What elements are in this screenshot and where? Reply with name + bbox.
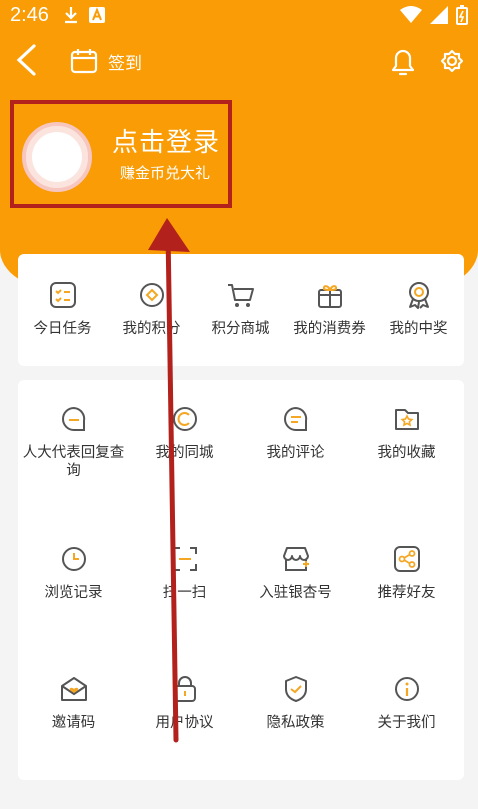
- menu-item-my-points[interactable]: 我的积分: [107, 280, 196, 338]
- login-title[interactable]: 点击登录: [112, 122, 220, 159]
- back-arrow-icon: [16, 44, 36, 76]
- menu-item-my-city[interactable]: 我的同城: [129, 404, 240, 462]
- menu-item-points-mall[interactable]: 积分商城: [196, 280, 285, 338]
- info-icon: [394, 677, 419, 701]
- star-folder-icon: [394, 409, 419, 430]
- menu-item-invite-code[interactable]: 邀请码: [18, 674, 129, 732]
- status-time: 2:46: [10, 3, 49, 26]
- menu-item-browse-history[interactable]: 浏览记录: [18, 544, 129, 602]
- calendar-icon: [70, 49, 98, 74]
- menu-item-my-favorites[interactable]: 我的收藏: [351, 404, 462, 462]
- quick-menu-card: 今日任务 我的积分 积分商城 我的消费券 我的中奖: [18, 254, 464, 366]
- menu-item-scan[interactable]: 扫一扫: [129, 544, 240, 602]
- grid-menu-card: 人大代表回复查询 我的同城 我的评论 我的收藏 浏览记录 扫一扫 入驻银杏号 推…: [18, 380, 464, 780]
- menu-item-recommend-friends[interactable]: 推荐好友: [351, 544, 462, 602]
- menu-item-about-us[interactable]: 关于我们: [351, 674, 462, 732]
- avatar[interactable]: [22, 122, 92, 192]
- login-subtitle: 赚金币兑大礼: [120, 164, 211, 182]
- settings-button[interactable]: [436, 44, 468, 78]
- share-icon: [393, 546, 420, 572]
- menu-item-deputy-reply[interactable]: 人大代表回复查询: [18, 404, 129, 480]
- back-button[interactable]: [12, 42, 40, 78]
- menu-item-user-agreement[interactable]: 用户协议: [129, 674, 240, 732]
- signin-label: 签到: [108, 53, 142, 74]
- download-icon: [64, 7, 77, 24]
- envelope-heart-icon: [60, 677, 87, 701]
- location-icon: [172, 407, 197, 431]
- cart-icon: [227, 284, 254, 307]
- battery-icon: [456, 5, 468, 25]
- scan-icon: [172, 547, 197, 571]
- signin-button[interactable]: 签到: [70, 44, 142, 78]
- shield-icon: [284, 676, 307, 702]
- menu-item-my-coupons[interactable]: 我的消费券: [285, 280, 374, 338]
- medal-icon: [408, 282, 429, 309]
- menu-item-daily-task[interactable]: 今日任务: [18, 280, 107, 338]
- notification-button[interactable]: [388, 44, 418, 78]
- signal-icon: [430, 6, 448, 24]
- gift-icon: [317, 285, 342, 308]
- wifi-icon: [400, 6, 422, 23]
- message-icon: [61, 406, 85, 431]
- comment-icon: [283, 406, 307, 431]
- menu-item-privacy-policy[interactable]: 隐私政策: [240, 674, 351, 732]
- app-notification-icon: [88, 7, 105, 23]
- bell-icon: [391, 49, 415, 76]
- top-bar: 签到: [0, 38, 478, 84]
- task-list-icon: [49, 282, 76, 308]
- clock-icon: [61, 547, 86, 571]
- coin-icon: [139, 283, 164, 307]
- store-icon: [282, 547, 309, 571]
- lock-icon: [173, 676, 196, 702]
- status-bar: 2:46: [0, 0, 478, 30]
- menu-item-my-prizes[interactable]: 我的中奖: [374, 280, 463, 338]
- menu-item-my-comments[interactable]: 我的评论: [240, 404, 351, 462]
- gear-icon: [440, 49, 464, 73]
- login-area[interactable]: 点击登录 赚金币兑大礼: [10, 100, 232, 208]
- menu-item-join-ginkgo[interactable]: 入驻银杏号: [240, 544, 351, 602]
